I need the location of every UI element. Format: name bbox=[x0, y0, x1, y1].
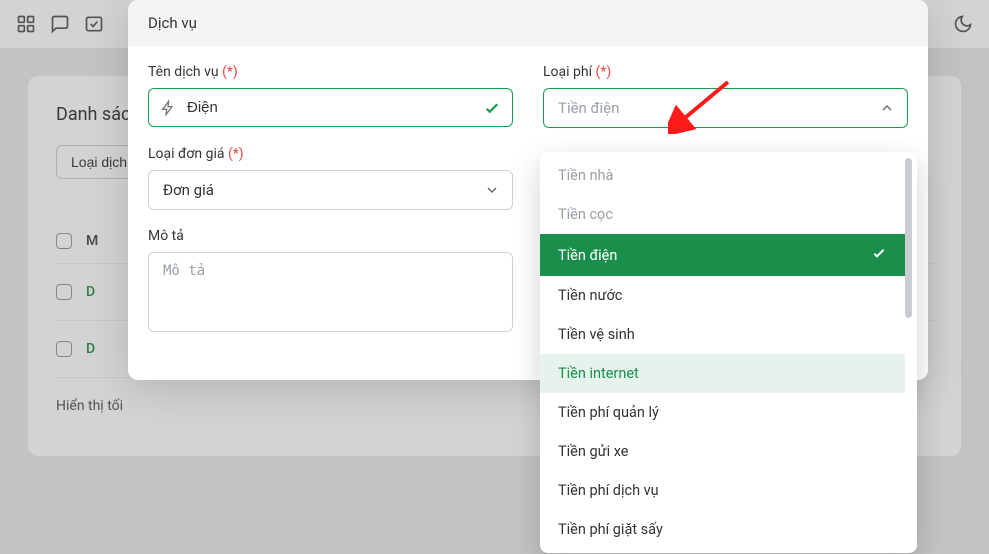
option-label: Tiền internet bbox=[558, 365, 639, 382]
unit-price-select[interactable]: Đơn giá bbox=[148, 170, 513, 210]
fee-type-select[interactable]: Tiền điện bbox=[543, 88, 908, 128]
lightning-icon bbox=[160, 100, 176, 116]
required-mark: (*) bbox=[228, 146, 244, 162]
unit-price-field: Loại đơn giá (*) Đơn giá bbox=[148, 146, 513, 210]
dropdown-option[interactable]: Tiền phí giặt sấy bbox=[540, 510, 905, 549]
fee-type-dropdown: Tiền nhà Tiền cọc Tiền điện Tiền nước Tiền v… bbox=[540, 152, 917, 553]
option-label: Tiền cọc bbox=[558, 206, 613, 223]
dropdown-option[interactable]: Tiền điện bbox=[540, 234, 905, 276]
service-name-field: Tên dịch vụ (*) bbox=[148, 64, 513, 128]
chevron-up-icon bbox=[879, 100, 895, 116]
label-text: Tên dịch vụ bbox=[148, 64, 219, 80]
select-value-text: Đơn giá bbox=[163, 181, 214, 199]
dropdown-option[interactable]: Tiền phí quản lý bbox=[540, 393, 905, 432]
chevron-down-icon bbox=[484, 182, 500, 198]
check-icon bbox=[871, 245, 887, 265]
description-label: Mô tả bbox=[148, 228, 513, 244]
dropdown-option[interactable]: Tiền nước bbox=[540, 276, 905, 315]
option-label: Tiền phí quản lý bbox=[558, 404, 659, 421]
dropdown-option: Tiền nhà bbox=[540, 156, 905, 195]
option-label: Tiền nước bbox=[558, 287, 622, 304]
fee-type-label: Loại phí (*) bbox=[543, 64, 908, 80]
required-mark: (*) bbox=[222, 64, 238, 80]
label-text: Loại phí bbox=[543, 64, 592, 80]
dropdown-option[interactable]: Tiền vệ sinh bbox=[540, 315, 905, 354]
option-label: Tiền vệ sinh bbox=[558, 326, 635, 343]
fee-type-field: Loại phí (*) Tiền điện bbox=[543, 64, 908, 128]
description-textarea[interactable] bbox=[148, 252, 513, 332]
description-field: Mô tả bbox=[148, 228, 513, 336]
check-icon bbox=[483, 99, 501, 117]
option-label: Tiền phí giặt sấy bbox=[558, 521, 663, 538]
unit-price-label: Loại đơn giá (*) bbox=[148, 146, 513, 162]
option-label: Tiền nhà bbox=[558, 167, 613, 184]
service-name-label: Tên dịch vụ (*) bbox=[148, 64, 513, 80]
dropdown-option[interactable]: Tiền internet bbox=[540, 354, 905, 393]
service-name-input[interactable] bbox=[148, 88, 513, 127]
dropdown-list: Tiền nhà Tiền cọc Tiền điện Tiền nước Tiền v… bbox=[540, 152, 905, 553]
required-mark: (*) bbox=[596, 64, 612, 80]
option-label: Tiền điện bbox=[558, 247, 617, 264]
dropdown-scrollbar[interactable] bbox=[905, 158, 914, 547]
dropdown-option[interactable]: Tiền gửi xe bbox=[540, 432, 905, 471]
dropdown-option: Tiền cọc bbox=[540, 195, 905, 234]
label-text: Loại đơn giá bbox=[148, 146, 224, 162]
scrollbar-thumb[interactable] bbox=[905, 158, 912, 318]
dropdown-option[interactable]: Tiền phí dịch vụ bbox=[540, 471, 905, 510]
option-label: Tiền gửi xe bbox=[558, 443, 628, 460]
option-label: Tiền phí dịch vụ bbox=[558, 482, 659, 499]
select-placeholder-text: Tiền điện bbox=[558, 99, 619, 117]
modal-title: Dịch vụ bbox=[128, 0, 928, 46]
